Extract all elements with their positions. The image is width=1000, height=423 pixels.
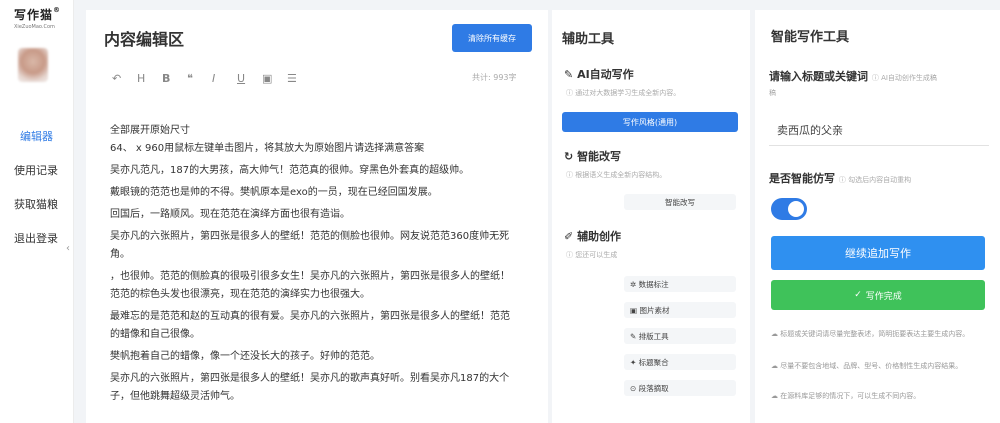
edit-box-icon: ✐: [564, 230, 574, 243]
imitate-toggle[interactable]: [771, 198, 807, 220]
content-editor-panel: 内容编辑区 清除所有缓存 ↶ H B ❝ I U ▣ ☰ 共计: 993字 全部…: [86, 10, 548, 423]
writing-done-label: 写作完成: [865, 291, 902, 302]
toggle-knob: [788, 201, 804, 217]
italic-icon[interactable]: I: [212, 72, 237, 85]
keyword-label: 请输入标题或关键词: [769, 70, 868, 83]
editor-content[interactable]: 全部展开原始尺寸 64、 x 960用鼠标左键单击图片，将其放大为原始图片请选择…: [110, 122, 510, 410]
editor-title: 内容编辑区: [104, 30, 185, 49]
aux-tools-panel: 辅助工具 ✎ AI自动写作 ⓘ 通过对大数据学习生成全新内容。 写作风格(通用)…: [552, 10, 750, 423]
rewrite-label: 智能改写: [577, 150, 622, 163]
undo-icon[interactable]: ↶: [112, 72, 137, 85]
tip-note: ☁ 尽量不要包含地域、品牌、型号、价格制性生成内容结果。: [771, 362, 963, 370]
keyword-hint: ⓘ AI自动创作生成稿: [871, 74, 937, 82]
imitate-label: 是否智能仿写: [769, 172, 835, 185]
image-material-button[interactable]: ▣ 图片素材: [624, 302, 736, 318]
smart-writing-title: 智能写作工具: [771, 30, 850, 45]
bold-icon[interactable]: B: [162, 72, 187, 85]
logo-title: 写作猫: [14, 8, 54, 22]
check-circle-icon: ✓: [854, 290, 862, 300]
keyword-input[interactable]: 卖西瓜的父亲: [769, 114, 989, 146]
rewrite-desc: ⓘ 根据语义生成全新内容结构。: [566, 171, 667, 179]
heading-icon[interactable]: H: [137, 72, 162, 85]
word-count: 共计: 993字: [472, 73, 517, 82]
assist-label: 辅助创作: [577, 230, 622, 243]
underline-icon[interactable]: U: [237, 72, 262, 85]
rewrite-title: ↻ 智能改写: [564, 148, 621, 164]
paragraph: 回国后，一路顺风。现在范范在演绎方面也很有造诣。: [110, 209, 350, 220]
imitate-hint: ⓘ 勾选后内容自动重构: [838, 176, 912, 184]
writing-style-button[interactable]: 写作风格(通用): [562, 112, 738, 132]
imitate-label-row: 是否智能仿写 ⓘ 勾选后内容自动重构: [769, 170, 911, 186]
sidebar: 写作猫® XieZuoMao.Com 编辑器 使用记录 获取猫粮 退出登录 ‹: [0, 0, 74, 423]
paragraph: 64、 x 960用鼠标左键单击图片，将其放大为原始图片请选择满意答案: [110, 143, 425, 154]
writing-done-button[interactable]: ✓ 写作完成: [771, 280, 985, 310]
logo-subtitle: XieZuoMao.Com: [14, 24, 55, 30]
sidebar-item-logout[interactable]: 退出登录: [14, 230, 58, 246]
sidebar-item-history[interactable]: 使用记录: [14, 162, 58, 178]
pen-icon: ✎: [564, 68, 574, 81]
assist-desc: ⓘ 您还可以生成: [566, 251, 618, 259]
collapse-chevron-icon[interactable]: ‹: [66, 243, 70, 254]
avatar[interactable]: [18, 48, 48, 82]
data-annotation-button[interactable]: ✲ 数据标注: [624, 276, 736, 292]
sidebar-item-editor[interactable]: 编辑器: [20, 128, 53, 144]
paragraph: 全部展开原始尺寸: [110, 125, 190, 136]
paragraph: ，也很帅。范范的侧脸真的很吸引很多女生！吴亦凡的六张照片，第四张是很多人的壁纸！…: [110, 271, 510, 300]
paragraph: 吴亦凡范凡，187的大男孩，高大帅气！范范真的很帅。穿黑色外套真的超级帅。: [110, 165, 470, 176]
smart-rewrite-button[interactable]: 智能改写: [624, 194, 736, 210]
layout-tool-button[interactable]: ✎ 排版工具: [624, 328, 736, 344]
paragraph-extract-button[interactable]: ⊙ 段落摘取: [624, 380, 736, 396]
keyword-hint-tail: 稿: [769, 89, 776, 97]
continue-writing-button[interactable]: 继续追加写作: [771, 236, 985, 270]
ai-write-desc: ⓘ 通过对大数据学习生成全新内容。: [566, 89, 681, 97]
paragraph: 樊帆抱着自己的蜡像，像一个还没长大的孩子。好帅的范范。: [110, 351, 380, 362]
paragraph: 戴眼镜的范范也是帅的不得。樊帆原本是exo的一员，现在已经回国发展。: [110, 187, 438, 198]
ai-write-label: AI自动写作: [577, 68, 634, 81]
image-icon[interactable]: ▣: [262, 72, 287, 85]
paragraph: 吴亦凡的六张照片，第四张是很多人的壁纸！吴亦凡的歌声真好听。别看吴亦凡187的大…: [110, 373, 510, 402]
title-aggregate-button[interactable]: ✦ 标题聚合: [624, 354, 736, 370]
ai-write-title: ✎ AI自动写作: [564, 66, 634, 82]
keyword-label-row: 请输入标题或关键词 ⓘ AI自动创作生成稿: [769, 68, 937, 84]
quote-icon[interactable]: ❝: [187, 72, 212, 85]
aux-tools-title: 辅助工具: [562, 32, 615, 47]
tip-note: ☁ 标题或关键词请尽量完整表述，简明扼要表达主要生成内容。: [771, 330, 970, 338]
paragraph: 最难忘的是范范和赵的互动真的很有爱。吴亦凡的六张照片，第四张是很多人的壁纸！范范…: [110, 311, 510, 340]
assist-title: ✐ 辅助创作: [564, 228, 621, 244]
editor-toolbar: ↶ H B ❝ I U ▣ ☰: [112, 70, 312, 86]
logo-registered-mark: ®: [53, 6, 62, 14]
paragraph: 吴亦凡的六张照片，第四张是很多人的壁纸！范范的侧脸也很帅。网友说范范360度帅无…: [110, 231, 510, 260]
align-icon[interactable]: ☰: [287, 72, 312, 85]
smart-writing-panel: 智能写作工具 请输入标题或关键词 ⓘ AI自动创作生成稿 稿 卖西瓜的父亲 是否…: [755, 10, 1000, 423]
tip-note: ☁ 在源料库足够的情况下，可以生成不同内容。: [771, 392, 921, 400]
sidebar-item-get-catfood[interactable]: 获取猫粮: [14, 196, 58, 212]
clear-cache-button[interactable]: 清除所有缓存: [452, 24, 532, 52]
refresh-icon: ↻: [564, 150, 574, 163]
logo[interactable]: 写作猫® XieZuoMao.Com: [14, 6, 70, 30]
